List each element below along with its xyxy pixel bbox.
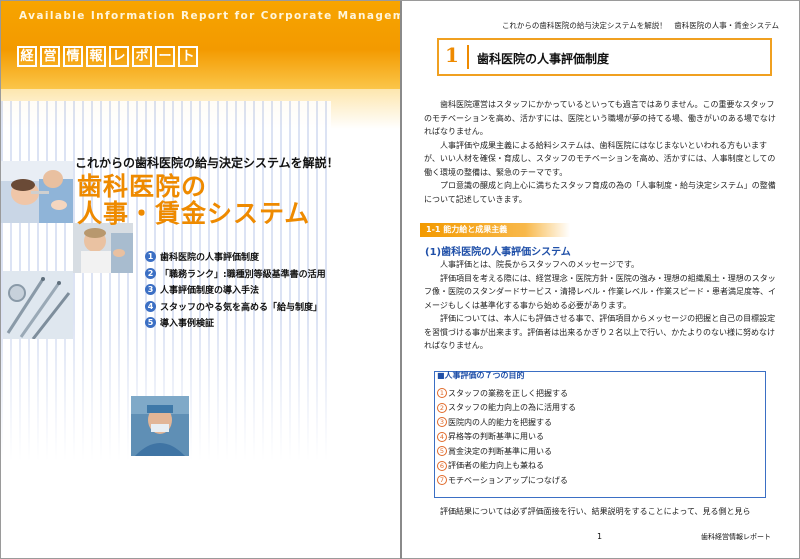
goal-number: 4 bbox=[437, 431, 447, 442]
section-heading-box: 1 歯科医院の人事評価制度 bbox=[437, 38, 772, 76]
intro-text: 歯科医院運営はスタッフにかかっているといっても過言ではありません。この重要なスタ… bbox=[424, 98, 778, 206]
toc-label: 導入事例検証 bbox=[160, 319, 215, 329]
page-number: 1 bbox=[597, 532, 603, 541]
goals-list: 1 スタッフの業務を正しく把握する 2 スタッフの能力向上の為に活用する 3 医… bbox=[437, 386, 576, 488]
content-page: これからの歯科医院の給与決定システムを解説！ 歯科医院の人事・賃金システム 1 … bbox=[402, 1, 800, 559]
goal-number: 6 bbox=[437, 460, 447, 471]
intro-paragraph: 歯科医院運営はスタッフにかかっているといっても過言ではありません。この重要なスタ… bbox=[424, 100, 776, 136]
section-number: 1 bbox=[445, 43, 459, 67]
goal-number: 1 bbox=[437, 388, 447, 399]
goal-number: 3 bbox=[437, 417, 447, 428]
dental-instruments-photo bbox=[3, 271, 73, 339]
toc-item: 4 スタッフのやる気を高める「給与制度」 bbox=[145, 299, 326, 314]
dental-patient-photo bbox=[73, 223, 133, 273]
intro-paragraph: プロ意識の醸成と向上心に満ちたスタッフ育成の為の「人事制度・給与決定システム」の… bbox=[424, 181, 776, 204]
logo-char: ー bbox=[155, 46, 175, 67]
subsection-heading: (1)歯科医院の人事評価システム bbox=[425, 247, 571, 258]
goal-item: 2 スタッフの能力向上の為に活用する bbox=[437, 401, 576, 416]
logo-char: 報 bbox=[86, 46, 106, 67]
toc-label: 人事評価制度の導入手法 bbox=[160, 286, 260, 296]
toc-item: 2 「職務ランク」:職種別等級基準書の活用 bbox=[145, 266, 326, 281]
intro-paragraph: 人事評価や成果主義による給料システムは、歯科医院にはなじまないといわれる方もいま… bbox=[424, 140, 776, 177]
toc-number-badge: 2 bbox=[145, 267, 156, 279]
dentist-portrait-photo bbox=[131, 396, 189, 456]
toc-label: 歯科医院の人事評価制度 bbox=[160, 253, 260, 263]
evaluation-goals-box: ■人事評価の７つの目的 1 スタッフの業務を正しく把握する 2 スタッフの能力向… bbox=[434, 371, 766, 498]
dental-treatment-photo bbox=[1, 161, 73, 223]
toc-item: 5 導入事例検証 bbox=[145, 315, 326, 330]
body-paragraph: 人事評価とは、院長からスタッフへのメッセージです。 bbox=[440, 260, 640, 269]
toc-item: 3 人事評価制度の導入手法 bbox=[145, 282, 326, 297]
goal-item: 1 スタッフの業務を正しく把握する bbox=[437, 386, 576, 401]
goal-item: 4 昇格等の判断基準に用いる bbox=[437, 430, 576, 445]
goal-number: 7 bbox=[437, 475, 447, 486]
document-spread: Available Information Report for Corpora… bbox=[0, 0, 800, 559]
closing-text: 評価結果については必ず評価面接を行い、結果説明をすることによって、見る側と見ら bbox=[424, 505, 778, 519]
goal-text: モチベーションアップにつなげる bbox=[448, 475, 568, 485]
goal-text: 評価者の能力向上も兼ねる bbox=[448, 461, 544, 471]
goal-text: 昇格等の判断基準に用いる bbox=[448, 432, 544, 442]
cover-page: Available Information Report for Corpora… bbox=[1, 1, 400, 559]
cover-english-title: Available Information Report for Corpora… bbox=[19, 10, 400, 22]
toc-number-badge: 3 bbox=[145, 284, 156, 295]
goal-text: スタッフの業務を正しく把握する bbox=[448, 388, 568, 398]
footer-title: 歯科経営情報レポート bbox=[701, 533, 771, 541]
toc-item: 1 歯科医院の人事評価制度 bbox=[145, 249, 326, 264]
goal-item: 7 モチベーションアップにつなげる bbox=[437, 473, 576, 488]
logo-char: 営 bbox=[40, 46, 60, 67]
logo-char: 情 bbox=[63, 46, 83, 67]
toc-number-badge: 5 bbox=[145, 317, 156, 328]
goal-text: 医院内の人的能力を把握する bbox=[448, 417, 552, 427]
closing-paragraph: 評価結果については必ず評価面接を行い、結果説明をすることによって、見る側と見ら bbox=[440, 507, 751, 516]
goal-item: 3 医院内の人的能力を把握する bbox=[437, 415, 576, 430]
logo-char: 経 bbox=[17, 46, 37, 67]
cover-title-line2: 人事・賃金システム bbox=[77, 199, 311, 228]
goal-text: スタッフの能力向上の為に活用する bbox=[448, 403, 576, 413]
goals-title: ■人事評価の７つの目的 bbox=[437, 371, 525, 380]
logo-char: レ bbox=[109, 46, 129, 67]
cover-contents-list: 1 歯科医院の人事評価制度 2 「職務ランク」:職種別等級基準書の活用 3 人事… bbox=[145, 249, 326, 332]
body-paragraph: 評価項目を考える際には、経営理念・医院方針・医院の強み・理想の組織風土・理想のス… bbox=[424, 273, 776, 310]
logo-char: ト bbox=[178, 46, 198, 67]
body-text: 人事評価とは、院長からスタッフへのメッセージです。 評価項目を考える際には、経営… bbox=[424, 258, 778, 353]
toc-number-badge: 4 bbox=[145, 300, 156, 312]
goal-number: 5 bbox=[437, 446, 447, 457]
toc-number-badge: 1 bbox=[145, 251, 156, 262]
goal-number: 2 bbox=[437, 402, 447, 413]
toc-label: スタッフのやる気を高める「給与制度」 bbox=[160, 302, 323, 313]
subsection-label-text: 1-1 能力給と成果主義 bbox=[426, 225, 508, 234]
subsection-label: 1-1 能力給と成果主義 bbox=[420, 223, 570, 237]
section-bar bbox=[467, 45, 469, 69]
logo-char: ポ bbox=[132, 46, 152, 67]
goal-item: 5 賞金決定の判断基準に用いる bbox=[437, 444, 576, 459]
goal-item: 6 評価者の能力向上も兼ねる bbox=[437, 459, 576, 474]
goal-text: 賞金決定の判断基準に用いる bbox=[448, 446, 552, 456]
report-logo: 経 営 情 報 レ ポ ー ト bbox=[17, 46, 198, 67]
body-paragraph: 評価については、本人にも評価させる事で、評価項目からメッセージの把握と自己の目標… bbox=[424, 314, 776, 350]
section-title: 歯科医院の人事評価制度 bbox=[477, 52, 610, 66]
running-head: これからの歯科医院の給与決定システムを解説！ 歯科医院の人事・賃金システム bbox=[501, 21, 779, 30]
toc-label: 「職務ランク」:職種別等級基準書の活用 bbox=[160, 269, 326, 280]
